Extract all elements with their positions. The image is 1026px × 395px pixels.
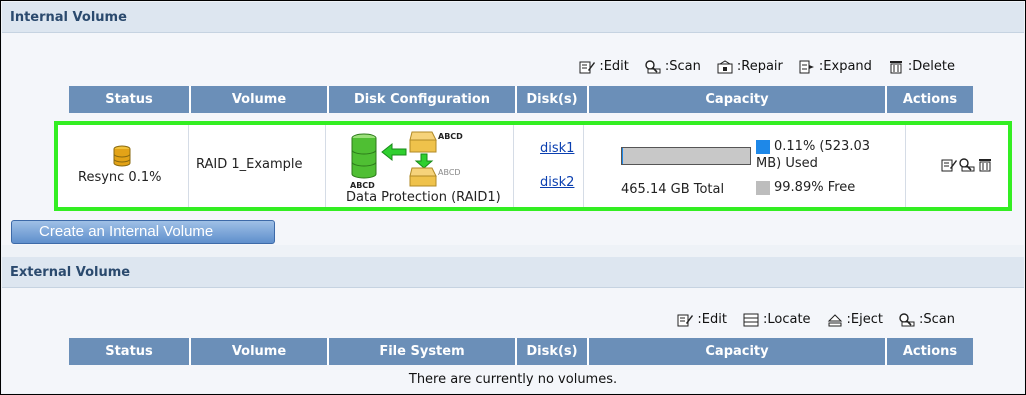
col-actions: Actions bbox=[886, 338, 973, 365]
free-legend: 99.89% Free bbox=[756, 180, 855, 195]
scan-icon[interactable] bbox=[959, 158, 975, 172]
used-text-line2: MB) Used bbox=[756, 156, 818, 171]
internal-legend: :Edit :Scan :Repair :Expand :Delete bbox=[579, 59, 955, 74]
free-text: 99.89% Free bbox=[774, 180, 856, 195]
legend-eject-label: :Eject bbox=[846, 312, 883, 327]
col-capacity: Capacity bbox=[588, 338, 887, 365]
legend-locate-label: :Locate bbox=[762, 312, 811, 327]
col-file-system: File System bbox=[328, 338, 517, 365]
actions-cell bbox=[906, 125, 1008, 207]
internal-volume-row[interactable]: Resync 0.1% RAID 1_Example ABCD ABCD ABC… bbox=[54, 121, 1012, 211]
external-volume-title: External Volume bbox=[10, 265, 131, 280]
volume-cell: RAID 1_Example bbox=[189, 125, 326, 207]
disk2-link[interactable]: disk2 bbox=[540, 175, 574, 190]
no-volumes-message: There are currently no volumes. bbox=[408, 372, 618, 387]
disk-configuration-cell: ABCD ABCD ABCD Data Protection (RAID1) bbox=[326, 125, 514, 207]
edit-icon[interactable] bbox=[941, 158, 957, 172]
col-volume: Volume bbox=[190, 86, 329, 113]
eject-icon bbox=[827, 313, 842, 326]
legend-edit-label: :Edit bbox=[599, 59, 629, 74]
used-text-line1: 0.11% (523.03 bbox=[774, 139, 870, 154]
legend-expand-label: :Expand bbox=[818, 59, 872, 74]
disk1-link[interactable]: disk1 bbox=[540, 141, 574, 156]
col-disks: Disk(s) bbox=[516, 86, 589, 113]
status-text: Resync 0.1% bbox=[78, 170, 162, 185]
internal-volume-title: Internal Volume bbox=[10, 10, 127, 25]
legend-delete-label: :Delete bbox=[907, 59, 955, 74]
col-status: Status bbox=[69, 86, 191, 113]
volume-page: Internal Volume :Edit :Scan :Repair :Exp… bbox=[0, 0, 1026, 395]
scan-icon bbox=[899, 312, 915, 326]
volume-name: RAID 1_Example bbox=[196, 157, 303, 172]
status-cell: Resync 0.1% bbox=[58, 125, 189, 207]
col-capacity: Capacity bbox=[588, 86, 887, 113]
legend-scan-label: :Scan bbox=[919, 312, 955, 327]
external-volume-header bbox=[2, 257, 1024, 288]
capacity-bar bbox=[621, 147, 751, 165]
col-disk-configuration: Disk Configuration bbox=[328, 86, 517, 113]
raid-config-text: Data Protection (RAID1) bbox=[346, 190, 501, 205]
disk-label-top: ABCD bbox=[438, 132, 463, 141]
edit-icon bbox=[579, 61, 596, 73]
internal-volume-header bbox=[2, 2, 1024, 33]
edit-icon bbox=[677, 314, 694, 326]
disks-cell: disk1 disk2 bbox=[514, 125, 584, 207]
used-swatch bbox=[756, 139, 770, 154]
scan-icon bbox=[645, 59, 661, 73]
delete-icon bbox=[889, 60, 902, 73]
legend-repair-label: :Repair bbox=[736, 59, 783, 74]
col-volume: Volume bbox=[190, 338, 329, 365]
resync-database-icon bbox=[113, 145, 131, 167]
disk-label-mirror: ABCD bbox=[438, 168, 461, 177]
external-legend: :Edit :Locate :Eject :Scan bbox=[677, 312, 955, 327]
legend-scan-label: :Scan bbox=[664, 59, 701, 74]
col-actions: Actions bbox=[886, 86, 973, 113]
repair-icon bbox=[717, 59, 733, 73]
legend-edit-label: :Edit bbox=[697, 312, 727, 327]
create-internal-volume-button[interactable]: Create an Internal Volume bbox=[11, 220, 275, 244]
total-capacity: 465.14 GB Total bbox=[621, 182, 725, 197]
expand-icon bbox=[799, 60, 814, 73]
free-swatch bbox=[756, 180, 770, 195]
external-volume-table-header: Status Volume File System Disk(s) Capaci… bbox=[69, 338, 973, 365]
disk-label-source: ABCD bbox=[350, 181, 375, 190]
col-status: Status bbox=[69, 338, 191, 365]
col-disks: Disk(s) bbox=[516, 338, 589, 365]
internal-volume-table-header: Status Volume Disk Configuration Disk(s)… bbox=[69, 86, 973, 113]
capacity-cell: 0.11% (523.03 MB) Used 465.14 GB Total 9… bbox=[584, 125, 906, 207]
locate-icon bbox=[743, 313, 759, 326]
delete-icon[interactable] bbox=[977, 158, 993, 172]
used-legend: 0.11% (523.03 bbox=[756, 139, 870, 154]
